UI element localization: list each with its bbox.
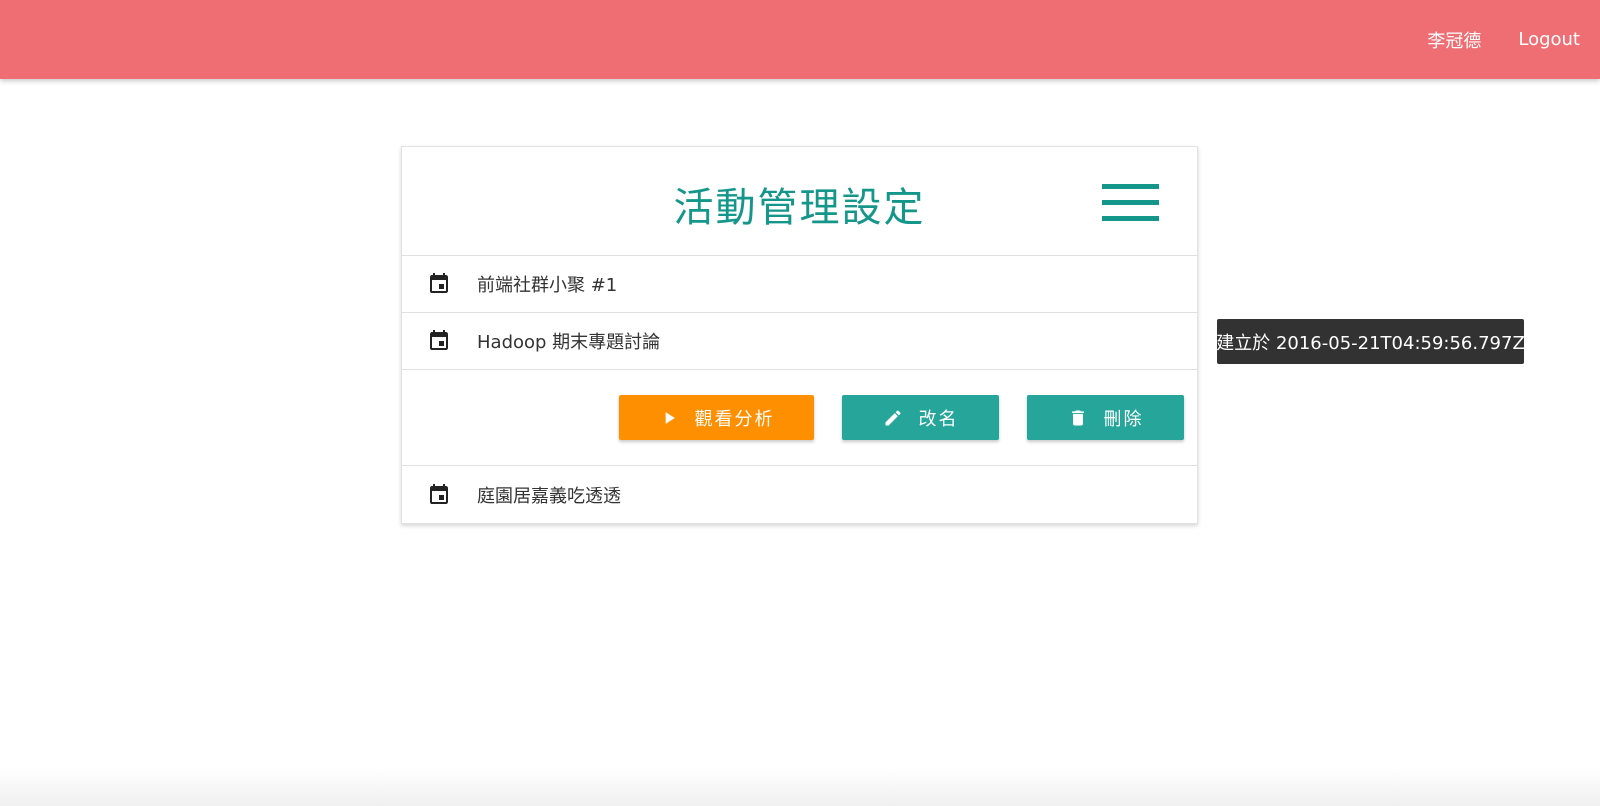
event-item[interactable]: 前端社群小聚 #1 <box>402 256 1197 313</box>
card-header: 活動管理設定 <box>402 147 1197 256</box>
delete-label: 刪除 <box>1103 408 1144 430</box>
view-analysis-button[interactable]: 觀看分析 <box>619 395 814 440</box>
trash-icon <box>1071 410 1084 425</box>
event-name: 庭園居嘉義吃透透 <box>477 486 621 507</box>
event-name: 前端社群小聚 #1 <box>477 275 618 296</box>
card-title: 活動管理設定 <box>673 185 926 231</box>
created-at-tooltip: 建立於 2016-05-21T04:59:56.797Z <box>1216 319 1525 364</box>
pencil-icon <box>885 409 901 425</box>
event-item-selected[interactable]: Hadoop 期末專題討論 <box>402 313 1197 370</box>
bottom-shade <box>0 766 1600 806</box>
rename-label: 改名 <box>918 408 959 430</box>
user-name-link[interactable]: 李冠德 <box>1427 27 1481 53</box>
event-item[interactable]: 庭園居嘉義吃透透 <box>402 466 1197 524</box>
event-settings-card: 活動管理設定 前端社群小聚 #1 Hadoop 期末專題討論 觀看分析 改名 刪… <box>401 146 1198 524</box>
event-actions: 觀看分析 改名 刪除 <box>402 370 1197 466</box>
top-navbar: 李冠德 Logout <box>0 0 1600 79</box>
play-icon <box>665 411 675 424</box>
logout-link[interactable]: Logout <box>1518 29 1580 50</box>
calendar-icon <box>430 330 448 350</box>
nav-links: 李冠德 Logout <box>1390 0 1580 79</box>
delete-button[interactable]: 刪除 <box>1027 395 1184 440</box>
menu-icon[interactable] <box>1102 184 1159 221</box>
calendar-icon <box>430 273 448 293</box>
view-analysis-label: 觀看分析 <box>694 408 775 430</box>
event-name: Hadoop 期末專題討論 <box>477 332 661 353</box>
rename-button[interactable]: 改名 <box>842 395 999 440</box>
calendar-icon <box>430 484 448 504</box>
